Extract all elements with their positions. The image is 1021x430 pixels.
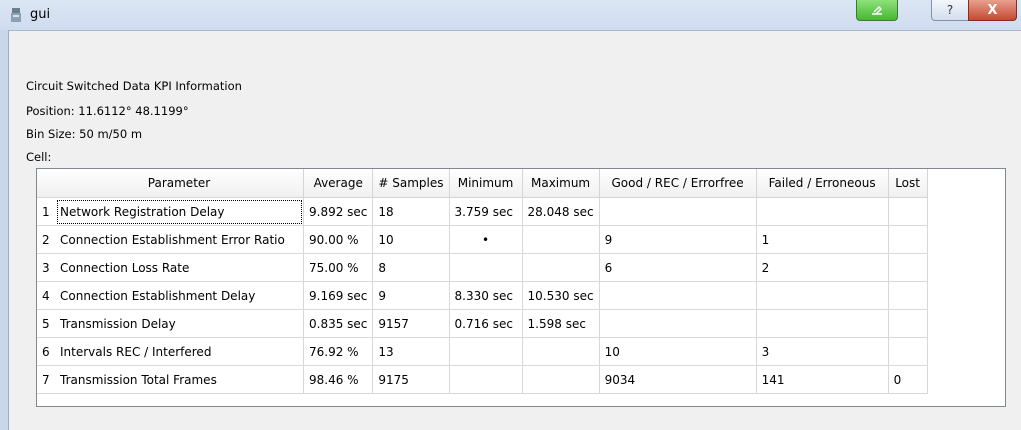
- cell-parameter[interactable]: Transmission Delay: [55, 309, 304, 338]
- cell-maximum[interactable]: 28.048 sec: [522, 197, 600, 226]
- info-heading: Circuit Switched Data KPI Information: [26, 79, 242, 93]
- cell-lost[interactable]: [888, 309, 928, 338]
- cell-parameter[interactable]: Transmission Total Frames: [55, 365, 304, 394]
- cell-samples[interactable]: 10: [372, 225, 450, 254]
- position-label: Position: 11.6112° 48.1199°: [26, 104, 189, 118]
- table-row[interactable]: 2 Connection Establishment Error Ratio 9…: [37, 225, 928, 254]
- cell-good[interactable]: 6: [599, 253, 757, 282]
- column-header-samples[interactable]: # Samples: [372, 169, 450, 198]
- cell-average[interactable]: 75.00 %: [303, 253, 374, 282]
- cell-samples[interactable]: 18: [372, 197, 450, 226]
- cell-parameter[interactable]: Connection Establishment Error Ratio: [55, 225, 304, 254]
- row-number[interactable]: 1: [37, 197, 55, 226]
- cell-lost[interactable]: [888, 337, 928, 366]
- cell-samples[interactable]: 9: [372, 281, 450, 310]
- cell-failed[interactable]: [756, 309, 889, 338]
- bin-size-label: Bin Size: 50 m/50 m: [26, 127, 143, 141]
- cell-lost[interactable]: [888, 253, 928, 282]
- cell-average[interactable]: 76.92 %: [303, 337, 374, 366]
- cell-minimum[interactable]: 3.759 sec: [449, 197, 523, 226]
- cell-failed[interactable]: [756, 281, 889, 310]
- cell-maximum[interactable]: 1.598 sec: [522, 309, 600, 338]
- app-icon: [11, 8, 21, 22]
- table-row[interactable]: 4 Connection Establishment Delay 9.169 s…: [37, 281, 928, 310]
- close-button[interactable]: X: [968, 0, 1017, 21]
- row-number[interactable]: 2: [37, 225, 55, 254]
- cell-samples[interactable]: 9157: [372, 309, 450, 338]
- cell-good[interactable]: 9: [599, 225, 757, 254]
- window-title: gui: [30, 7, 51, 22]
- kpi-table-frame[interactable]: Parameter Average # Samples Minimum Maxi…: [36, 168, 1006, 407]
- cell-failed[interactable]: 3: [756, 337, 889, 366]
- gui-window: gui ? X Circuit Switched Data KPI Inform…: [0, 0, 1021, 430]
- cell-minimum[interactable]: 8.330 sec: [449, 281, 523, 310]
- cell-average[interactable]: 98.46 %: [303, 365, 374, 394]
- cell-parameter[interactable]: Intervals REC / Interfered: [55, 337, 304, 366]
- cell-good[interactable]: [599, 197, 757, 226]
- column-header-failed[interactable]: Failed / Erroneous: [756, 169, 889, 198]
- column-header-minimum[interactable]: Minimum: [449, 169, 523, 198]
- cell-good[interactable]: [599, 281, 757, 310]
- cell-maximum[interactable]: [522, 253, 600, 282]
- cell-maximum[interactable]: [522, 365, 600, 394]
- close-icon: X: [987, 2, 998, 18]
- row-number[interactable]: 6: [37, 337, 55, 366]
- cell-parameter[interactable]: Network Registration Delay: [55, 197, 304, 226]
- cell-minimum[interactable]: [449, 337, 523, 366]
- cell-average[interactable]: 9.169 sec: [303, 281, 374, 310]
- cell-minimum[interactable]: •: [449, 225, 523, 254]
- table-row[interactable]: 6 Intervals REC / Interfered 76.92 % 13 …: [37, 337, 928, 366]
- row-number[interactable]: 7: [37, 365, 55, 394]
- cell-minimum[interactable]: 0.716 sec: [449, 309, 523, 338]
- cell-average[interactable]: 9.892 sec: [303, 197, 374, 226]
- column-header-maximum[interactable]: Maximum: [522, 169, 600, 198]
- table-row[interactable]: 1 Network Registration Delay 9.892 sec 1…: [37, 197, 928, 226]
- cell-failed[interactable]: [756, 197, 889, 226]
- cell-good[interactable]: 9034: [599, 365, 757, 394]
- row-number[interactable]: 3: [37, 253, 55, 282]
- help-button[interactable]: ?: [931, 0, 969, 21]
- column-header-lost[interactable]: Lost: [888, 169, 928, 198]
- help-icon: ?: [946, 3, 954, 17]
- column-header-average[interactable]: Average: [303, 169, 374, 198]
- column-header-good[interactable]: Good / REC / Errorfree: [599, 169, 757, 198]
- cell-average[interactable]: 90.00 %: [303, 225, 374, 254]
- cell-maximum[interactable]: 10.530 sec: [522, 281, 600, 310]
- column-header-parameter[interactable]: Parameter: [55, 169, 304, 198]
- table-row[interactable]: 7 Transmission Total Frames 98.46 % 9175…: [37, 365, 928, 394]
- cell-minimum[interactable]: [449, 365, 523, 394]
- title-bar[interactable]: gui ? X: [0, 0, 1021, 31]
- minimize-button[interactable]: [856, 0, 898, 21]
- cell-failed[interactable]: 141: [756, 365, 889, 394]
- cell-good[interactable]: [599, 309, 757, 338]
- cell-good[interactable]: 10: [599, 337, 757, 366]
- cell-samples[interactable]: 9175: [372, 365, 450, 394]
- kpi-table: Parameter Average # Samples Minimum Maxi…: [37, 169, 928, 394]
- cell-samples[interactable]: 8: [372, 253, 450, 282]
- table-row[interactable]: 3 Connection Loss Rate 75.00 % 8 6 2: [37, 253, 928, 282]
- cell-maximum[interactable]: [522, 225, 600, 254]
- cell-lost[interactable]: [888, 281, 928, 310]
- minimize-icon: [872, 5, 883, 15]
- cell-failed[interactable]: 2: [756, 253, 889, 282]
- cell-average[interactable]: 0.835 sec: [303, 309, 374, 338]
- table-row[interactable]: 5 Transmission Delay 0.835 sec 9157 0.71…: [37, 309, 928, 338]
- cell-lost[interactable]: [888, 225, 928, 254]
- cell-minimum[interactable]: [449, 253, 523, 282]
- cell-lost[interactable]: [888, 197, 928, 226]
- cell-parameter[interactable]: Connection Loss Rate: [55, 253, 304, 282]
- row-number[interactable]: 4: [37, 281, 55, 310]
- table-header-row: Parameter Average # Samples Minimum Maxi…: [37, 169, 928, 198]
- cell-maximum[interactable]: [522, 337, 600, 366]
- window-border: [0, 30, 9, 430]
- corner-header[interactable]: [37, 169, 55, 198]
- cell-parameter[interactable]: Connection Establishment Delay: [55, 281, 304, 310]
- cell-label: Cell:: [26, 150, 52, 164]
- cell-samples[interactable]: 13: [372, 337, 450, 366]
- row-number[interactable]: 5: [37, 309, 55, 338]
- cell-lost[interactable]: 0: [888, 365, 928, 394]
- cell-failed[interactable]: 1: [756, 225, 889, 254]
